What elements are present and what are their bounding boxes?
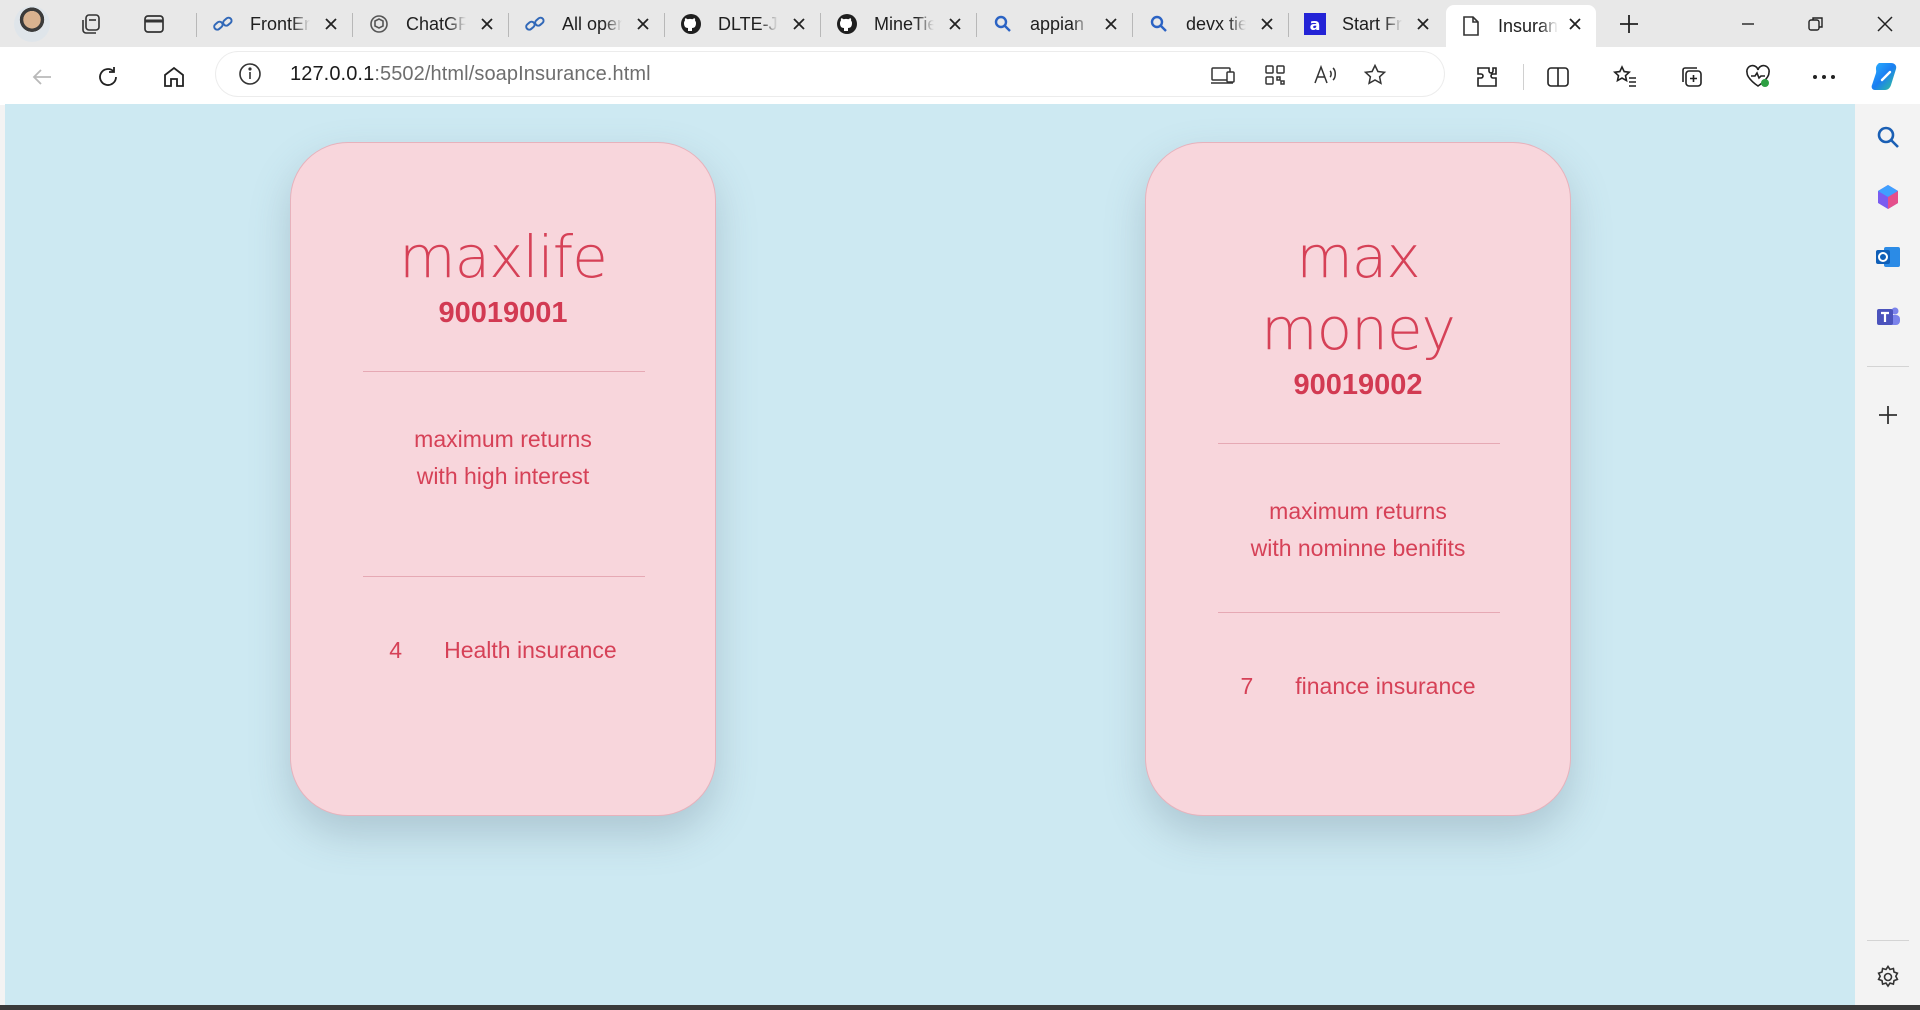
github-icon — [836, 13, 858, 35]
policy-name-line: money — [1261, 295, 1456, 363]
collections-icon[interactable] — [1675, 60, 1709, 94]
info-icon[interactable] — [238, 62, 262, 86]
policy-id: 90019001 — [438, 297, 568, 329]
policy-name-line: max — [1296, 223, 1420, 291]
page-viewport: maxlife 90019001 maximum returns with hi… — [5, 104, 1855, 1005]
browser-toolbar: 127.0.0.1:5502/html/soapInsurance.html — [0, 47, 1920, 105]
policy-type: Health insurance — [444, 637, 617, 663]
close-icon[interactable] — [944, 13, 966, 35]
close-icon[interactable] — [476, 13, 498, 35]
tab-title: DLTE-Ja — [718, 13, 778, 34]
close-icon[interactable] — [1100, 13, 1122, 35]
extensions-icon[interactable] — [1470, 60, 1504, 94]
split-screen-icon[interactable] — [1541, 60, 1575, 94]
qr-code-icon[interactable] — [1260, 60, 1290, 90]
address-bar[interactable]: 127.0.0.1:5502/html/soapInsurance.html — [216, 52, 1444, 96]
close-icon[interactable] — [788, 13, 810, 35]
link-icon — [212, 13, 234, 35]
description-line: with nominne benifits — [1250, 535, 1466, 561]
new-tab-icon[interactable] — [1612, 7, 1646, 41]
tab-title: appian — [1030, 13, 1085, 34]
policy-description: maximum returns with high interest — [291, 421, 715, 495]
minimize-icon[interactable] — [1713, 0, 1783, 47]
policy-footer: 4 Health insurance — [291, 637, 715, 664]
vertical-tabs-icon[interactable] — [138, 8, 170, 40]
url-text[interactable]: 127.0.0.1:5502/html/soapInsurance.html — [290, 63, 651, 86]
tab-frontend[interactable]: FrontEnd — [198, 5, 352, 43]
a-logo-icon: a — [1304, 13, 1326, 35]
read-aloud-icon[interactable] — [1310, 60, 1340, 90]
close-icon[interactable] — [1564, 13, 1586, 35]
workspaces-icon[interactable] — [76, 8, 108, 40]
app-available-icon[interactable] — [1208, 60, 1238, 90]
tab-strip: FrontEnd ChatGPT All open DLTE-Ja MineTi… — [0, 0, 1920, 47]
restore-icon[interactable] — [1781, 0, 1851, 47]
policy-footer: 7 finance insurance — [1146, 673, 1570, 700]
policy-description: maximum returns with nominne benifits — [1146, 493, 1570, 567]
description-line: maximum returns — [414, 426, 592, 452]
url-host: 127.0.0.1 — [290, 63, 375, 85]
more-options-icon[interactable] — [1807, 60, 1841, 94]
search-icon[interactable] — [1871, 120, 1905, 154]
policy-count: 7 — [1240, 673, 1254, 699]
link-icon — [524, 13, 546, 35]
close-icon[interactable] — [320, 13, 342, 35]
close-icon[interactable] — [632, 13, 654, 35]
window-bottom-edge — [0, 1005, 1920, 1010]
search-icon — [992, 13, 1014, 35]
chatgpt-icon — [368, 13, 390, 35]
edge-sidebar — [1855, 104, 1920, 1010]
insurance-card: max money 90019002 maximum returns with … — [1145, 142, 1571, 816]
tab-start[interactable]: a Start Fr — [1290, 5, 1444, 43]
browser-essentials-icon[interactable] — [1741, 60, 1775, 94]
tab-title: Insuran — [1498, 15, 1558, 36]
tab-chatgpt[interactable]: ChatGPT — [354, 5, 508, 43]
tab-appian[interactable]: appian — [978, 5, 1132, 43]
divider — [1218, 443, 1500, 444]
tab-title: ChatGPT — [406, 13, 466, 34]
teams-icon[interactable] — [1871, 300, 1905, 334]
tab-minetie[interactable]: MineTie — [822, 5, 976, 43]
m365-icon[interactable] — [1871, 180, 1905, 214]
divider — [363, 371, 645, 372]
search-icon — [1148, 13, 1170, 35]
tab-insurance[interactable]: Insuran — [1446, 5, 1596, 47]
github-icon — [680, 13, 702, 35]
policy-count: 4 — [389, 637, 403, 663]
profile-avatar[interactable] — [14, 6, 50, 42]
tab-title: FrontEnd — [250, 13, 310, 34]
copilot-icon[interactable] — [1867, 57, 1907, 97]
tab-title: MineTie — [874, 13, 934, 34]
policy-type: finance insurance — [1295, 673, 1476, 699]
insurance-card: maxlife 90019001 maximum returns with hi… — [290, 142, 716, 816]
description-line: with high interest — [416, 463, 590, 489]
page-icon — [1460, 15, 1482, 37]
policy-id: 90019002 — [1293, 369, 1423, 401]
svg-text:a: a — [1310, 15, 1321, 34]
back-icon[interactable] — [25, 60, 59, 94]
tab-title: All open — [562, 13, 622, 34]
home-icon[interactable] — [157, 60, 191, 94]
tab-title: devx tie — [1186, 13, 1246, 34]
favorite-star-icon[interactable] — [1360, 60, 1390, 90]
add-icon[interactable] — [1871, 398, 1905, 432]
close-icon[interactable] — [1256, 13, 1278, 35]
close-window-icon[interactable] — [1850, 0, 1920, 47]
policy-name: maxlife — [399, 223, 608, 291]
refresh-icon[interactable] — [91, 60, 125, 94]
favorites-icon[interactable] — [1608, 60, 1642, 94]
close-icon[interactable] — [1412, 13, 1434, 35]
divider — [363, 576, 645, 577]
tab-title: Start Fr — [1342, 13, 1402, 34]
settings-gear-icon[interactable] — [1871, 960, 1905, 994]
divider — [1218, 612, 1500, 613]
url-path: :5502/html/soapInsurance.html — [374, 63, 651, 85]
description-line: maximum returns — [1269, 498, 1447, 524]
tab-devx[interactable]: devx tie — [1134, 5, 1288, 43]
outlook-icon[interactable] — [1871, 240, 1905, 274]
tab-dlte[interactable]: DLTE-Ja — [666, 5, 820, 43]
tab-all-open[interactable]: All open — [510, 5, 664, 43]
